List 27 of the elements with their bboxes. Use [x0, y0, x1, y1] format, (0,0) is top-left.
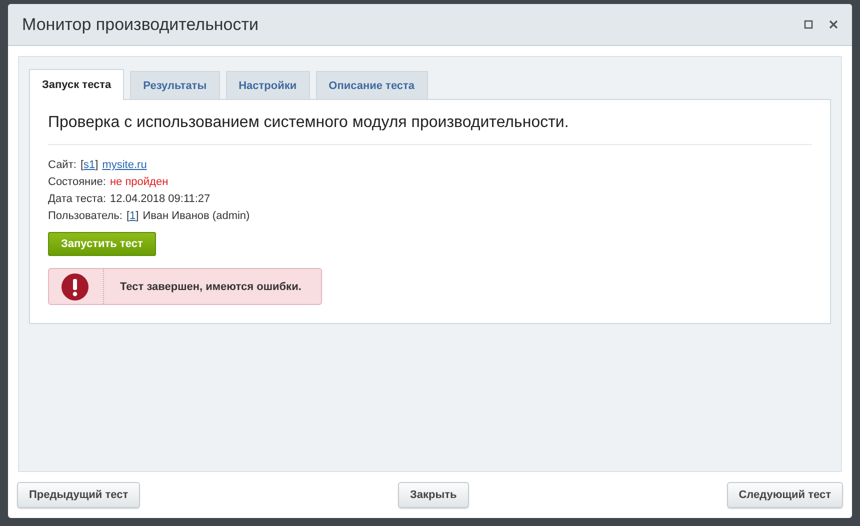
bracket: [	[126, 210, 130, 222]
footer-button[interactable]: Предыдущий тест	[17, 482, 140, 508]
close-icon[interactable]	[829, 20, 838, 29]
section-heading: Проверка с использованием системного модуля производительности.	[48, 114, 812, 145]
info-label: Дата теста:	[48, 192, 106, 207]
tab[interactable]: Настройки	[226, 71, 310, 99]
bracket: ]	[95, 159, 98, 171]
window-title: Монитор производительности	[22, 14, 260, 34]
info-label: Пользователь:	[48, 209, 122, 224]
info-value: 12.04.2018 09:11:27	[110, 192, 210, 207]
info-value: Иван Иванов (admin)	[142, 209, 250, 224]
tab[interactable]: Описание теста	[316, 71, 428, 99]
bracket: [	[80, 159, 84, 171]
info-label: Сайт:	[48, 158, 76, 173]
id-link[interactable]: s1	[84, 159, 96, 171]
tab[interactable]: Запуск теста	[29, 69, 124, 100]
maximize-icon[interactable]	[804, 20, 813, 29]
footer-button[interactable]: Закрыть	[398, 482, 469, 508]
bracket: ]	[136, 210, 139, 222]
info-label: Состояние:	[48, 175, 106, 190]
alert-text: Тест завершен, имеются ошибки.	[120, 280, 302, 292]
error-icon	[61, 272, 89, 300]
site-link[interactable]: mysite.ru	[102, 157, 147, 174]
status-value: не пройден	[110, 175, 168, 190]
id-link[interactable]: 1	[130, 210, 136, 222]
footer-button[interactable]: Следующий тест	[726, 482, 843, 508]
tab[interactable]: Результаты	[130, 71, 220, 99]
